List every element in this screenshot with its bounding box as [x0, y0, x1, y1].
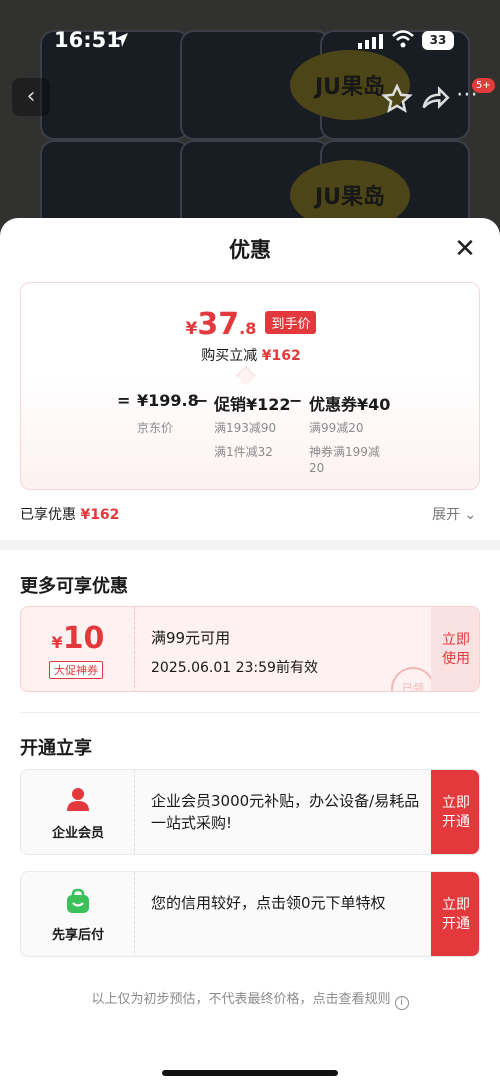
saved-amount: ¥162 [261, 348, 301, 364]
disclaimer[interactable]: 以上仅为初步预估，不代表最终价格，点击查看规则 i [0, 988, 500, 1010]
discount-sheet: 优惠 ✕ ¥37.8 到手价 购买立减 ¥162 = ¥199.8 − 促销¥1… [0, 218, 500, 1087]
shopping-bag-icon [67, 888, 89, 913]
open-pay-later-button[interactable]: 立即 开通 [431, 872, 479, 956]
formula-base-price: ¥199.8 [137, 391, 199, 410]
final-price-tag: 到手价 [265, 311, 317, 334]
wifi-icon [392, 30, 414, 48]
battery-indicator: 33 [422, 31, 454, 50]
enjoyed-discount: 已享优惠 ¥162 [20, 504, 119, 524]
status-bar: 16:51 33 [0, 0, 500, 80]
final-price: ¥37.8 到手价 [21, 307, 479, 342]
section-gap [0, 540, 500, 550]
promo-detail-1: 满193减90 [214, 421, 277, 435]
use-coupon-label-1: 立即 [442, 632, 470, 648]
coupon-value-area: ¥10 大促神券 [21, 607, 135, 691]
expand-label: 展开 [432, 507, 460, 523]
pay-later-card: 先享后付 您的信用较好，点击领0元下单特权 立即 开通 [20, 871, 480, 957]
back-button[interactable]: ‹ [12, 78, 50, 116]
formula-coupon: 优惠券¥40 [309, 395, 391, 414]
person-icon [67, 788, 89, 811]
enterprise-member-card: 企业会员 企业会员3000元补贴，办公设备/易耗品一站式采购! 立即 开通 [20, 769, 480, 855]
disclaimer-text: 以上仅为初步预估，不代表最终价格，点击查看规则 [91, 992, 391, 1007]
coupon-card: ¥10 大促神券 满99元可用 2025.06.01 23:59前有效 已领 立… [20, 606, 480, 692]
use-coupon-button[interactable]: 立即 使用 [431, 607, 479, 691]
coupon-expiry: 2025.06.01 23:59前有效 [151, 660, 318, 676]
more-discounts-title: 更多可享优惠 [20, 576, 128, 597]
notification-badge: 5+ [472, 78, 495, 93]
enterprise-member-badge: 企业会员 [21, 770, 135, 854]
cellular-signal-icon [358, 34, 383, 49]
pointer-notch [236, 366, 256, 386]
share-icon[interactable] [418, 82, 452, 116]
base-price-label: 京东价 [137, 421, 174, 435]
formula-minus-1: − [195, 391, 209, 410]
saved-label: 购买立减 [201, 348, 258, 364]
chevron-left-icon: ‹ [26, 84, 36, 109]
close-button[interactable]: ✕ [450, 234, 480, 264]
final-price-currency: ¥ [185, 319, 198, 339]
coupon-detail-1: 满99减20 [309, 421, 364, 435]
location-arrow-icon [114, 33, 128, 47]
open-enterprise-member-button[interactable]: 立即 开通 [431, 770, 479, 854]
coupon-value: 10 [62, 621, 105, 656]
open-button-label-2: 开通 [442, 814, 470, 830]
final-price-integer: 37 [197, 307, 240, 342]
info-icon: i [394, 996, 409, 1010]
formula-promo: 促销¥122 [214, 395, 291, 414]
formula-minus-2: − [289, 391, 303, 410]
coupon-tag: 大促神券 [49, 661, 103, 679]
expand-toggle[interactable]: 展开 ⌄ [432, 504, 476, 524]
enterprise-member-text: 企业会员3000元补贴，办公设备/易耗品一站式采购! [151, 792, 420, 832]
enterprise-member-label: 企业会员 [51, 826, 104, 841]
chevron-down-icon: ⌄ [464, 507, 477, 523]
close-icon: ✕ [454, 234, 476, 264]
price-breakdown-card: ¥37.8 到手价 购买立减 ¥162 = ¥199.8 − 促销¥122 − … [20, 282, 480, 490]
home-indicator[interactable] [162, 1070, 338, 1076]
open-button-label-2: 开通 [442, 916, 470, 932]
coupon-currency: ¥ [51, 633, 63, 652]
pay-later-label: 先享后付 [51, 928, 104, 943]
status-time: 16:51 [54, 28, 121, 52]
favorite-star-icon[interactable] [380, 82, 414, 116]
use-coupon-label-2: 使用 [442, 651, 470, 667]
product-nav-bar: ‹ ⋯ 5+ [0, 78, 500, 122]
coupon-detail-3: 20 [309, 461, 325, 475]
coupon-condition: 满99元可用 [151, 629, 231, 647]
open-button-label-1: 立即 [442, 897, 470, 913]
formula-equals: = [117, 391, 131, 410]
coupon-amount: ¥10 [21, 621, 135, 656]
enjoyed-label: 已享优惠 [20, 507, 76, 523]
sheet-title: 优惠 [229, 238, 271, 262]
instant-discount-line: 购买立减 ¥162 [21, 345, 479, 365]
divider [20, 712, 480, 713]
enjoyed-amount: ¥162 [80, 507, 120, 523]
promo-detail-2: 满1件减32 [214, 445, 273, 459]
open-button-label-1: 立即 [442, 795, 470, 811]
final-price-decimal: .8 [239, 319, 257, 338]
claimed-stamp: 已领 [391, 667, 435, 691]
pay-later-badge: 先享后付 [21, 872, 135, 956]
open-benefits-title: 开通立享 [20, 738, 92, 759]
pay-later-text: 您的信用较好，点击领0元下单特权 [151, 894, 386, 912]
